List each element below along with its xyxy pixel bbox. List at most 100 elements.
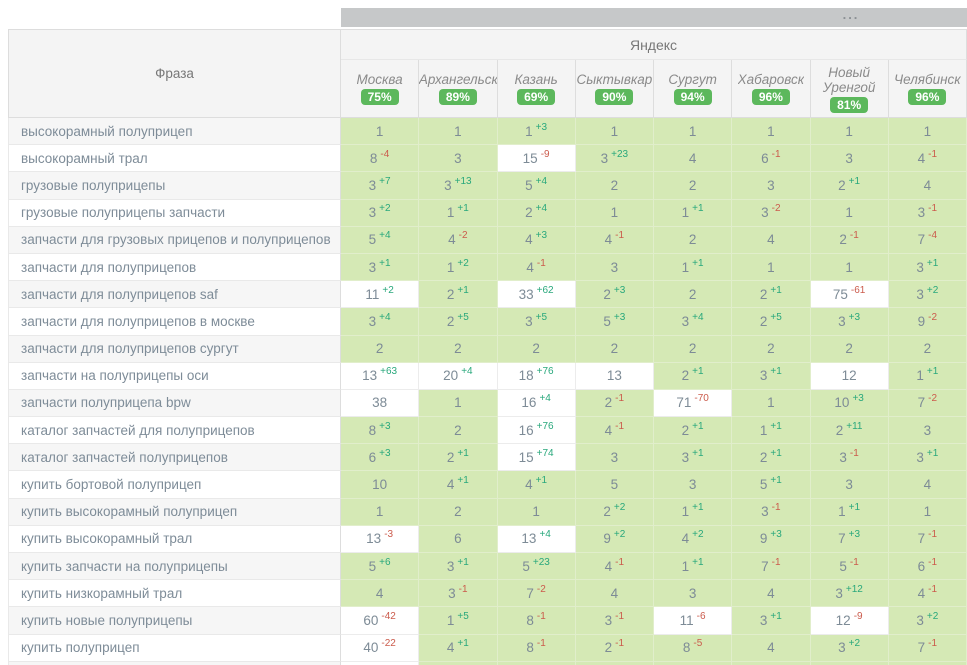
position-cell[interactable]: 3 <box>654 580 732 607</box>
position-cell[interactable]: 1+1 <box>732 417 810 444</box>
position-cell[interactable]: 4 <box>576 580 654 607</box>
position-cell[interactable]: 2 <box>654 281 732 308</box>
position-cell[interactable]: 3-1 <box>889 200 967 227</box>
position-cell[interactable]: 13+4 <box>498 526 576 553</box>
position-cell[interactable]: 2 <box>576 172 654 199</box>
position-cell[interactable]: 2+1 <box>732 281 810 308</box>
position-cell[interactable]: 3 <box>811 145 889 172</box>
position-cell[interactable]: 7+3 <box>811 526 889 553</box>
position-cell[interactable]: 9+2 <box>576 526 654 553</box>
position-cell[interactable]: 2 <box>732 336 810 363</box>
position-cell[interactable]: 16+76 <box>498 417 576 444</box>
position-cell[interactable]: 3+2 <box>889 607 967 634</box>
position-cell[interactable]: 8-1 <box>498 607 576 634</box>
position-cell[interactable]: 4 <box>341 580 419 607</box>
position-cell[interactable]: 4 <box>732 635 810 662</box>
position-cell[interactable]: 7-4 <box>889 227 967 254</box>
position-cell[interactable]: 8-4 <box>341 145 419 172</box>
position-cell[interactable]: 5 <box>576 471 654 498</box>
position-cell[interactable]: 2+1 <box>419 444 497 471</box>
position-cell[interactable]: 3+23 <box>576 145 654 172</box>
position-cell[interactable]: 4-1 <box>889 145 967 172</box>
position-cell[interactable]: 1+3 <box>498 118 576 145</box>
position-cell[interactable]: 2+3 <box>576 281 654 308</box>
position-cell[interactable]: 3 <box>732 172 810 199</box>
position-cell[interactable]: 2 <box>654 336 732 363</box>
position-cell[interactable]: 1+2 <box>419 254 497 281</box>
position-cell[interactable]: 3+2 <box>889 281 967 308</box>
position-cell[interactable]: 7-1 <box>889 635 967 662</box>
position-cell[interactable]: 4-1 <box>889 580 967 607</box>
position-cell[interactable]: 4-1 <box>576 417 654 444</box>
city-column-header[interactable]: Хабаровск96% <box>732 60 810 118</box>
position-cell[interactable]: 1 <box>732 118 810 145</box>
position-cell[interactable]: 5+4 <box>341 227 419 254</box>
position-cell[interactable]: 5+23 <box>498 553 576 580</box>
position-cell[interactable]: 4 <box>732 227 810 254</box>
position-cell[interactable]: 1+5 <box>419 607 497 634</box>
position-cell[interactable]: 3+1 <box>889 254 967 281</box>
position-cell[interactable]: 4-2 <box>419 227 497 254</box>
phrase-cell[interactable]: запчасти полуприцепа bpw <box>8 390 341 417</box>
city-column-header[interactable]: Новый Уренгой81% <box>811 60 889 118</box>
position-cell[interactable]: 2 <box>811 336 889 363</box>
position-cell[interactable]: 1+1 <box>654 499 732 526</box>
phrase-cell[interactable]: купить запчасти на полуприцепы <box>8 553 341 580</box>
position-cell[interactable]: 5+6 <box>341 553 419 580</box>
position-cell[interactable]: 3+1 <box>419 553 497 580</box>
position-cell[interactable]: 3+1 <box>732 607 810 634</box>
position-cell[interactable]: 5+1 <box>732 471 810 498</box>
position-cell[interactable]: 5+4 <box>498 172 576 199</box>
position-cell[interactable]: 1 <box>732 390 810 417</box>
position-cell[interactable]: 3 <box>576 254 654 281</box>
position-cell[interactable]: 9+3 <box>732 526 810 553</box>
phrase-cell[interactable]: купить бортовой полуприцеп <box>8 471 341 498</box>
position-cell[interactable]: 9-2 <box>889 308 967 335</box>
position-cell[interactable]: 1 <box>576 200 654 227</box>
position-cell[interactable]: 2+11 <box>811 417 889 444</box>
position-cell[interactable]: 8+3 <box>341 417 419 444</box>
position-cell[interactable]: 3+4 <box>341 308 419 335</box>
position-cell[interactable]: 2 <box>576 336 654 363</box>
phrase-cell[interactable]: каталог запчастей полуприцепов <box>8 444 341 471</box>
phrase-cell[interactable]: купить высокорамный полуприцеп <box>8 499 341 526</box>
position-cell[interactable]: 3-2 <box>732 200 810 227</box>
position-cell[interactable]: 13 <box>576 363 654 390</box>
position-cell[interactable]: 1+1 <box>419 200 497 227</box>
position-cell[interactable]: 8-1 <box>498 635 576 662</box>
position-cell[interactable]: 1+1 <box>889 363 967 390</box>
position-cell[interactable]: 6 <box>419 526 497 553</box>
position-cell[interactable]: 7-1 <box>732 553 810 580</box>
position-cell[interactable]: 1 <box>889 118 967 145</box>
position-cell[interactable]: 11+2 <box>341 281 419 308</box>
position-cell[interactable]: 2+1 <box>811 172 889 199</box>
phrase-cell[interactable]: высокорамный трал <box>8 145 341 172</box>
position-cell[interactable]: 3+2 <box>341 200 419 227</box>
position-cell[interactable]: 2 <box>419 417 497 444</box>
position-cell[interactable]: 1 <box>811 200 889 227</box>
position-cell[interactable]: 4+1 <box>419 635 497 662</box>
position-cell[interactable]: 3 <box>576 444 654 471</box>
position-cell[interactable]: 3+12 <box>811 580 889 607</box>
position-cell[interactable]: 16+4 <box>498 390 576 417</box>
city-column-header[interactable]: Казань69% <box>498 60 576 118</box>
position-cell[interactable]: 1+1 <box>654 200 732 227</box>
position-cell[interactable]: 12-9 <box>811 607 889 634</box>
position-cell[interactable]: 3+5 <box>498 308 576 335</box>
position-cell[interactable]: 3-1 <box>732 499 810 526</box>
position-cell[interactable]: 3+1 <box>889 444 967 471</box>
position-cell[interactable]: 15+74 <box>498 444 576 471</box>
position-cell[interactable]: 6-1 <box>732 145 810 172</box>
phrase-cell[interactable]: купить высокорамный трал <box>8 526 341 553</box>
phrase-cell[interactable]: запчасти для грузовых прицепов и полупри… <box>8 227 341 254</box>
position-cell[interactable]: 3-1 <box>576 607 654 634</box>
position-cell[interactable]: 71-70 <box>654 390 732 417</box>
position-cell[interactable]: 1 <box>654 118 732 145</box>
position-cell[interactable]: 4-1 <box>576 227 654 254</box>
position-cell[interactable]: 3+1 <box>654 444 732 471</box>
position-cell[interactable]: 4 <box>654 145 732 172</box>
phrase-cell[interactable]: купить новые полуприцепы <box>8 607 341 634</box>
position-cell[interactable]: 7-2 <box>889 390 967 417</box>
position-cell[interactable]: 1 <box>732 254 810 281</box>
position-cell[interactable]: 18+76 <box>498 363 576 390</box>
